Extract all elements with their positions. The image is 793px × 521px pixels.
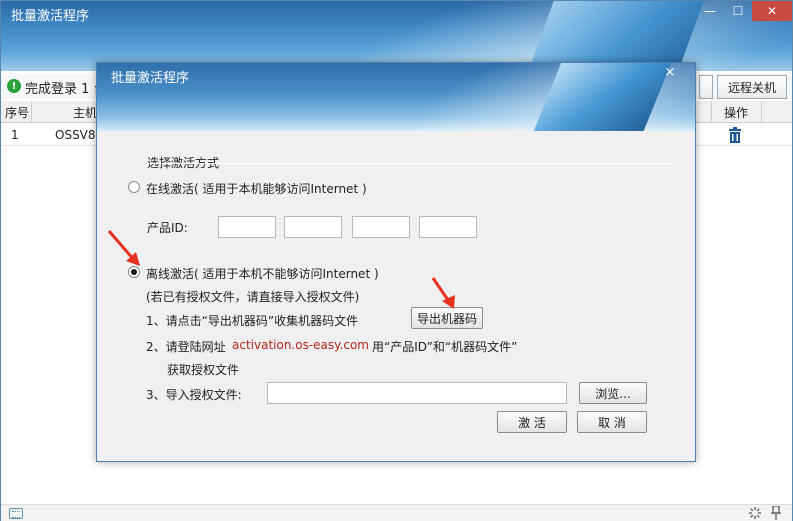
offline-hint: (若已有授权文件，请直接导入授权文件) [146,290,360,304]
toolbar-button-partial[interactable] [699,75,713,99]
main-titlebar: 批量激活程序 — ☐ ✕ [1,1,792,71]
maximize-button[interactable]: ☐ [724,1,752,21]
product-id-field-4[interactable] [419,216,477,238]
close-button[interactable]: ✕ [752,1,792,21]
browse-button[interactable]: 浏览... [579,382,647,404]
close-icon: ✕ [766,4,778,18]
close-icon: × [664,64,676,80]
step2-line2: 获取授权文件 [167,363,240,377]
product-id-field-1[interactable] [218,216,276,238]
pin-icon[interactable] [770,506,782,520]
check-circle-icon: ! [7,79,21,93]
activation-dialog: 批量激活程序 × 选择激活方式 在线激活( 适用于本机能够访问Internet … [96,62,696,462]
annotation-arrow-icon [431,277,455,309]
status-text: 完成登录 1 台 [25,82,107,97]
keyboard-icon [9,508,23,519]
column-header-action: 操作 [724,106,749,120]
offline-activation-label[interactable]: 离线激活( 适用于本机不能够访问Internet ) [146,265,379,282]
minimize-button[interactable]: — [696,1,724,21]
dialog-titlebar: 批量激活程序 × [97,63,695,131]
cancel-button[interactable]: 取 消 [577,411,647,433]
product-id-label: 产品ID: [147,221,188,235]
status-bar [1,504,792,521]
remote-shutdown-button[interactable]: 远程关机 [717,75,787,99]
dialog-title: 批量激活程序 [111,71,190,86]
license-file-input[interactable] [267,382,567,404]
product-id-field-3[interactable] [352,216,410,238]
product-id-field-2[interactable] [284,216,342,238]
maximize-icon: ☐ [732,4,744,18]
activate-button[interactable]: 激 活 [497,411,567,433]
activation-url-link[interactable]: activation.os-easy.com [232,338,369,352]
annotation-arrow-icon [107,230,140,266]
row-index: 1 [11,128,19,142]
main-window-title: 批量激活程序 [11,9,90,24]
section-divider [147,163,673,164]
window-controls: — ☐ ✕ [696,1,792,21]
dialog-close-button[interactable]: × [659,63,681,81]
step3-text: 3、导入授权文件: [146,388,242,402]
online-activation-label[interactable]: 在线激活( 适用于本机能够访问Internet ) [146,180,367,197]
spinner-icon [749,507,761,519]
online-activation-radio[interactable] [128,181,140,193]
trash-icon[interactable] [728,127,742,143]
column-header-host: 主机 [73,106,98,120]
row-host: OSSV8- [55,128,100,142]
step1-text: 1、请点击“导出机器码”收集机器码文件 [146,314,359,328]
step2-text: 2、请登陆网址 [146,340,226,354]
minimize-icon: — [704,4,716,18]
column-header-index: 序号 [5,106,30,120]
step2-suffix: 用“产品ID”和“机器码文件” [372,340,518,354]
